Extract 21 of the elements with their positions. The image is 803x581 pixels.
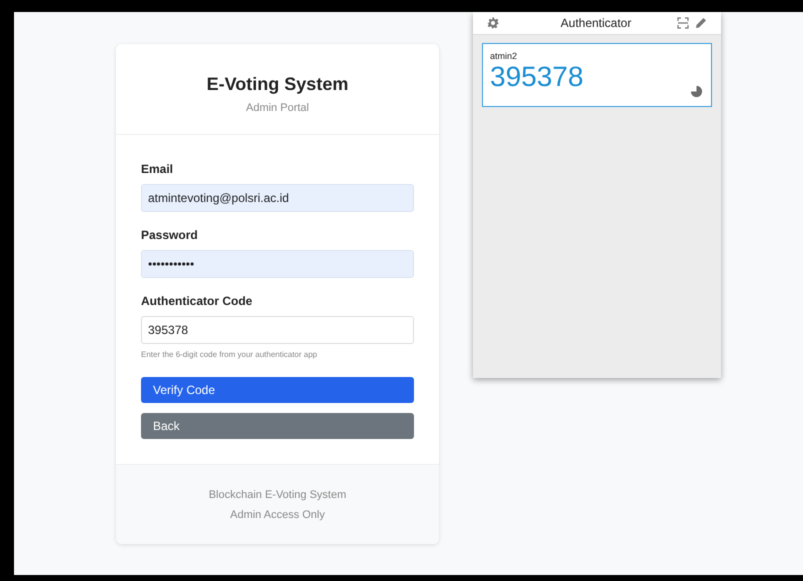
input-field[interactable]: atmintevoting@polsri.ac.id (141, 184, 414, 212)
input-field[interactable]: ••••••••••• (141, 250, 414, 278)
card-subtitle: Admin Portal (246, 101, 309, 116)
verify-button[interactable]: Verify Code (141, 377, 414, 403)
app-title: Authenticator (560, 15, 632, 32)
field-label: Password (141, 228, 199, 243)
account-entry[interactable]: atmin2 395378 (482, 43, 712, 107)
field-label: Authenticator Code (141, 294, 254, 309)
otp-code: 395378 (490, 62, 584, 92)
input-field[interactable]: 395378 (141, 316, 414, 344)
field-label: Email (141, 162, 174, 177)
card-title: E-Voting System (206, 73, 348, 95)
pencil-icon[interactable] (695, 17, 707, 29)
timer-icon (690, 85, 703, 98)
back-button[interactable]: Back (141, 413, 414, 439)
scan-icon[interactable] (677, 17, 689, 29)
account-name: atmin2 (490, 51, 518, 62)
footer-text: Admin Access Only (230, 508, 325, 522)
settings-icon[interactable] (487, 17, 499, 29)
footer-text: Blockchain E-Voting System (208, 488, 346, 502)
field-hint: Enter the 6-digit code from your authenticator app (141, 349, 318, 361)
